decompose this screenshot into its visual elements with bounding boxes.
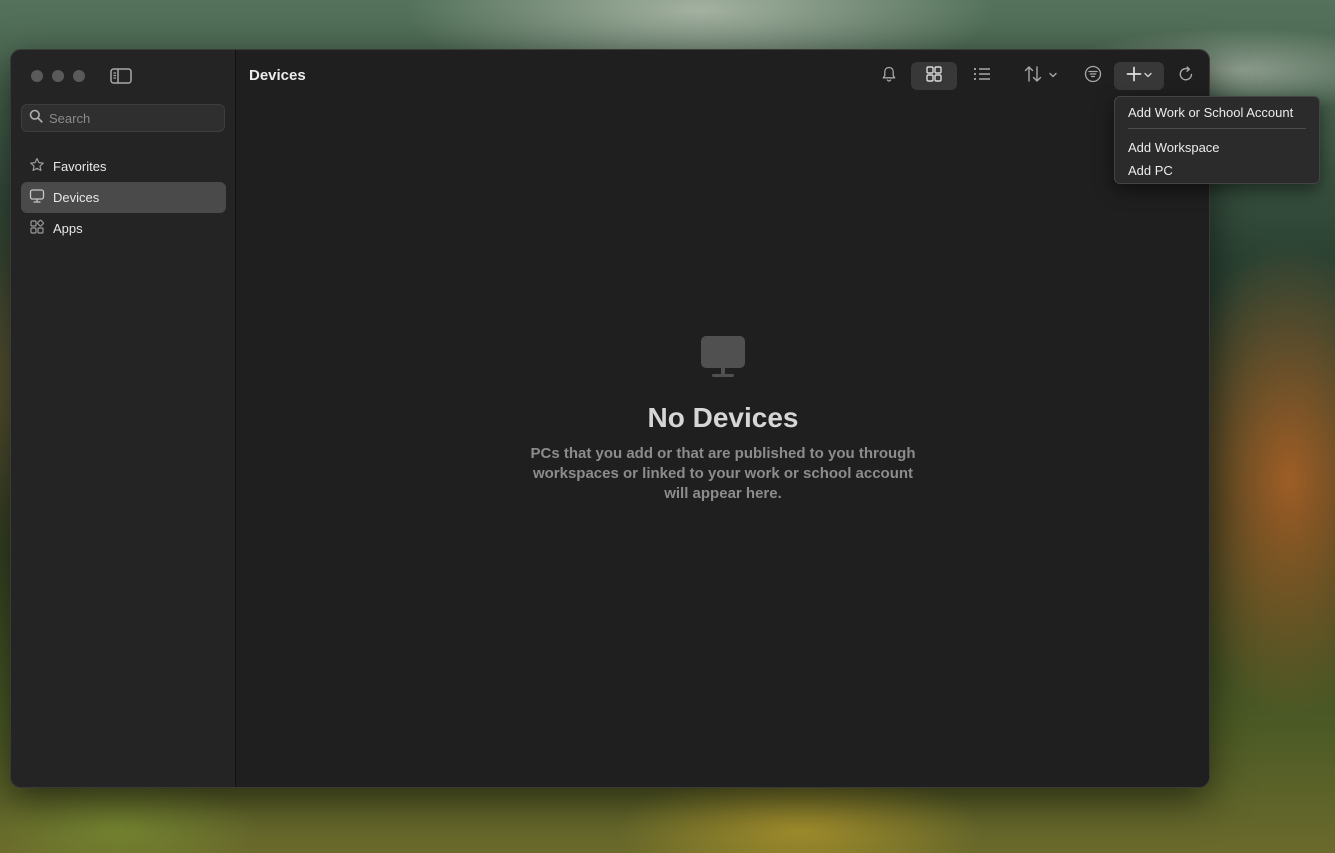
sort-icon <box>1024 65 1048 88</box>
filter-icon <box>1084 65 1102 88</box>
filter-button[interactable] <box>1079 62 1107 90</box>
apps-icon <box>29 219 45 238</box>
monitor-icon <box>700 336 746 383</box>
sidebar: Favorites Devices Apps <box>11 50 236 787</box>
sidebar-item-apps[interactable]: Apps <box>21 213 226 244</box>
sidebar-item-label: Devices <box>53 190 100 205</box>
sidebar-item-label: Apps <box>53 221 83 236</box>
grid-view-button[interactable] <box>911 62 957 90</box>
refresh-button[interactable] <box>1172 62 1200 90</box>
app-window: Favorites Devices Apps Devices <box>10 49 1210 788</box>
add-dropdown-menu: Add Work or School Account Add Workspace… <box>1114 96 1320 184</box>
main-content: Devices No Devices PCs that you add or t… <box>237 50 1209 787</box>
empty-state-description: PCs that you add or that are published t… <box>530 445 916 502</box>
empty-state-title: No Devices <box>647 402 799 433</box>
monitor-icon <box>29 188 45 207</box>
sidebar-item-label: Favorites <box>53 159 107 174</box>
sort-button[interactable] <box>1019 62 1063 90</box>
add-icon <box>1125 65 1143 88</box>
menu-item-add-work-or-school-account[interactable]: Add Work or School Account <box>1115 101 1319 124</box>
grid-view-icon <box>925 65 943 88</box>
close-window-button[interactable] <box>31 70 43 82</box>
page-title: Devices <box>249 67 306 84</box>
list-view-button[interactable] <box>967 62 997 90</box>
search-icon <box>29 109 43 128</box>
chevron-down-icon <box>1143 67 1153 85</box>
sidebar-item-favorites[interactable]: Favorites <box>21 151 226 182</box>
search-field[interactable] <box>21 104 225 132</box>
zoom-window-button[interactable] <box>73 70 85 82</box>
chevron-down-icon <box>1048 67 1058 85</box>
menu-item-add-workspace[interactable]: Add Workspace <box>1115 136 1319 159</box>
list-view-icon <box>972 65 992 88</box>
sidebar-toggle-icon[interactable] <box>110 67 132 85</box>
sidebar-item-devices[interactable]: Devices <box>21 182 226 213</box>
notifications-button[interactable] <box>875 62 903 90</box>
search-input[interactable] <box>49 110 209 126</box>
menu-item-add-pc[interactable]: Add PC <box>1115 159 1319 182</box>
refresh-icon <box>1177 65 1195 88</box>
menu-separator <box>1128 128 1306 129</box>
sidebar-nav: Favorites Devices Apps <box>21 151 226 244</box>
add-button[interactable] <box>1114 62 1164 90</box>
star-icon <box>29 157 45 176</box>
empty-state: No Devices PCs that you add or that are … <box>237 335 1209 504</box>
minimize-window-button[interactable] <box>52 70 64 82</box>
bell-icon <box>880 65 898 88</box>
window-controls <box>31 70 85 82</box>
